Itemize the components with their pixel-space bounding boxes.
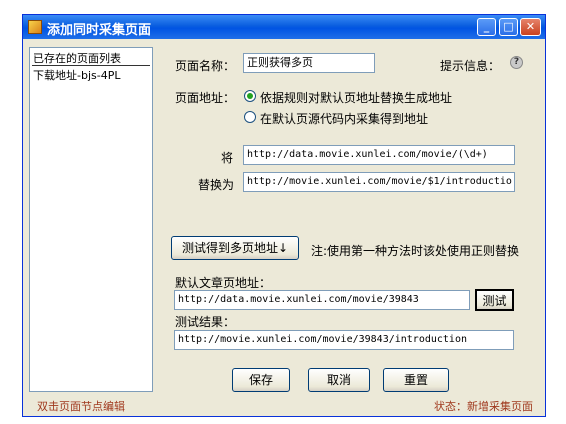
default-url-input[interactable]: http://data.movie.xunlei.com/movie/39843 [174, 290, 470, 310]
save-button[interactable]: 保存 [232, 368, 290, 392]
default-url-label: 默认文章页地址： [175, 276, 272, 290]
radio-source-extract[interactable] [244, 111, 256, 123]
replace-from-label: 将 [221, 151, 234, 165]
minimize-button[interactable]: _ [477, 18, 496, 36]
close-button[interactable]: ✕ [520, 18, 541, 36]
replace-from-input[interactable]: http://data.movie.xunlei.com/movie/(\d+) [243, 145, 515, 165]
hint-label: 提示信息： [440, 59, 501, 73]
title-bar[interactable]: 添加同时采集页面 _ □ ✕ [23, 15, 545, 39]
replace-to-label: 替换为 [198, 178, 235, 192]
add-page-window: 添加同时采集页面 _ □ ✕ 已存在的页面列表 下载地址-bjs-4PL 页面名… [22, 14, 546, 417]
page-name-label: 页面名称： [175, 59, 236, 73]
reset-button[interactable]: 重置 [383, 368, 449, 392]
maximize-button[interactable]: □ [499, 18, 518, 36]
footer-hint: 双击页面节点编辑 [37, 400, 125, 413]
replace-to-input[interactable]: http://movie.xunlei.com/movie/$1/introdu… [243, 172, 515, 192]
list-header: 已存在的页面列表 [33, 52, 121, 65]
page-address-label: 页面地址： [175, 91, 236, 105]
test-result-output[interactable]: http://movie.xunlei.com/movie/39843/intr… [174, 330, 514, 350]
cancel-button[interactable]: 取消 [308, 368, 370, 392]
test-button[interactable]: 测试 [475, 289, 514, 311]
help-icon[interactable]: ? [510, 56, 523, 69]
app-icon [28, 20, 42, 34]
list-item[interactable]: 下载地址-bjs-4PL [33, 67, 120, 83]
page-list[interactable]: 已存在的页面列表 下载地址-bjs-4PL [29, 47, 153, 392]
radio-rule-replace[interactable] [244, 90, 256, 102]
test-result-label: 测试结果： [175, 315, 236, 329]
radio-source-label[interactable]: 在默认页源代码内采集得到地址 [260, 110, 428, 127]
test-multi-page-button[interactable]: 测试得到多页地址↓ [171, 236, 299, 260]
window-title: 添加同时采集页面 [47, 23, 152, 38]
note-text: 注:使用第一种方法时该处使用正则替换 [311, 244, 520, 258]
page-name-input[interactable]: 正则获得多页 [243, 53, 375, 73]
list-header-underline [32, 65, 150, 66]
status-text: 状态：新增采集页面 [434, 400, 533, 413]
radio-rule-label[interactable]: 依据规则对默认页地址替换生成地址 [260, 89, 452, 106]
